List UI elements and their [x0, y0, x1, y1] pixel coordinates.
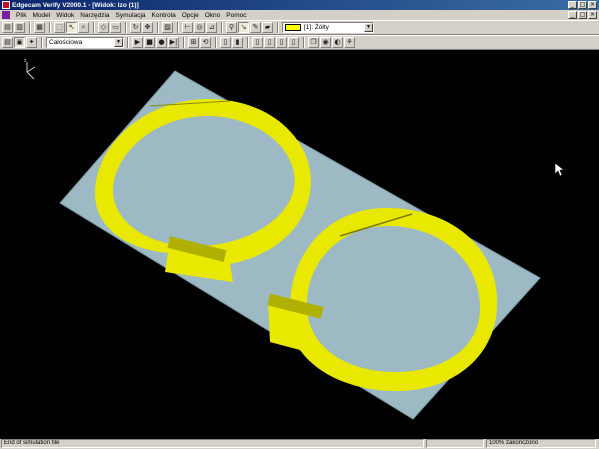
cursor-tool-icon[interactable]: ↘: [238, 22, 249, 33]
select-icon[interactable]: ⬚: [54, 22, 65, 33]
compare-icon[interactable]: ⊿: [206, 22, 217, 33]
separator: [125, 22, 127, 33]
stock-icon[interactable]: ▣: [14, 37, 25, 48]
document-window-controls: _ □ ×: [568, 11, 597, 19]
separator: [247, 37, 249, 48]
view-front-icon[interactable]: ▭: [110, 22, 121, 33]
restart-icon[interactable]: ⟲: [200, 37, 211, 48]
section-icon[interactable]: ◎: [194, 22, 205, 33]
menu-okno[interactable]: Okno: [202, 12, 224, 19]
mouse-cursor-icon: [554, 162, 565, 177]
view-iso-icon[interactable]: ◇: [98, 22, 109, 33]
open-icon[interactable]: ▤: [2, 22, 13, 33]
axis-triad-icon: z: [24, 58, 36, 80]
toolpath-icon[interactable]: ⊞: [188, 37, 199, 48]
menu-plik[interactable]: Plik: [13, 12, 29, 19]
measure-icon[interactable]: ⊢: [182, 22, 193, 33]
grid-icon[interactable]: ▧: [162, 22, 173, 33]
separator: [221, 22, 223, 33]
window-title: Edgecam Verify V2000.1 - [Widok: Izo (1)…: [12, 1, 139, 9]
document-icon[interactable]: [2, 11, 10, 19]
mode-selector-value: Całościowa: [49, 39, 83, 46]
menu-pomoc[interactable]: Pomoc: [223, 12, 249, 19]
status-pane-empty: [426, 439, 484, 448]
gauge-icon[interactable]: ◐: [332, 37, 343, 48]
menu-kontrola[interactable]: Kontrola: [149, 12, 179, 19]
separator: [127, 37, 129, 48]
fixture-icon[interactable]: ✦: [26, 37, 37, 48]
separator: [93, 22, 95, 33]
rotate-icon[interactable]: ↻: [130, 22, 141, 33]
target-icon[interactable]: ◉: [320, 37, 331, 48]
separator: [215, 37, 217, 48]
window-controls: _ □ ×: [568, 1, 597, 9]
copy-icon[interactable]: ❐: [308, 37, 319, 48]
save-icon[interactable]: ▥: [14, 22, 25, 33]
separator: [29, 22, 31, 33]
paint-icon[interactable]: ▰: [262, 22, 273, 33]
separator: [49, 22, 51, 33]
simulation-toolbar: ▤ ▣ ✦ Całościowa ▼ ▶ ■ ● ▶| ⊞ ⟲ ▯ ▮ ▯ ▯ …: [0, 35, 599, 50]
stop-icon[interactable]: ■: [144, 37, 155, 48]
mode-selector[interactable]: Całościowa ▼: [46, 37, 124, 48]
app-icon[interactable]: [2, 1, 10, 9]
title-bar: Edgecam Verify V2000.1 - [Widok: Izo (1)…: [0, 0, 599, 10]
menu-symulacja[interactable]: Symulacja: [113, 12, 149, 19]
status-message: End of simulation file: [1, 439, 424, 448]
tool-holder-icon[interactable]: ▤: [2, 37, 13, 48]
layer1-icon[interactable]: ▯: [252, 37, 263, 48]
select-arrow-icon[interactable]: ↖: [66, 22, 77, 33]
minimize-button[interactable]: _: [568, 1, 577, 9]
doc-minimize-button[interactable]: _: [568, 11, 577, 19]
menu-narzedzia[interactable]: Narzędzia: [77, 12, 112, 19]
simulation-viewport[interactable]: z: [0, 50, 599, 439]
separator: [183, 37, 185, 48]
color-selector[interactable]: [1]: Żółty ▼: [282, 22, 374, 33]
menu-widok[interactable]: Widok: [53, 12, 77, 19]
menu-opcje[interactable]: Opcje: [179, 12, 202, 19]
menu-bar: Plik Model Widok Narzędzia Symulacja Kon…: [0, 10, 599, 20]
tool-icon[interactable]: ⚲: [226, 22, 237, 33]
play-icon[interactable]: ▶: [132, 37, 143, 48]
viewport-canvas: z: [24, 58, 565, 420]
layer2-icon[interactable]: ▯: [264, 37, 275, 48]
skip-to-end-icon[interactable]: ▶|: [168, 37, 179, 48]
separator: [303, 37, 305, 48]
separator: [157, 22, 159, 33]
print-icon[interactable]: ▦: [34, 22, 45, 33]
pan-icon[interactable]: ✥: [142, 22, 153, 33]
status-bar: End of simulation file 100% zakończono: [0, 439, 599, 449]
layer3-icon[interactable]: ▯: [276, 37, 287, 48]
color-swatch: [285, 24, 301, 31]
color-selector-value: [1]: Żółty: [304, 24, 329, 31]
separator: [277, 22, 279, 33]
hide-icon[interactable]: ▯: [220, 37, 231, 48]
zoom-icon[interactable]: ⌕: [78, 22, 89, 33]
main-toolbar: ▤ ▥ ▦ ⬚ ↖ ⌕ ◇ ▭ ↻ ✥ ▧ ⊢ ◎ ⊿ ⚲ ↘ ✎ ▰ [1]:…: [0, 20, 599, 35]
step-icon[interactable]: ●: [156, 37, 167, 48]
close-button[interactable]: ×: [588, 1, 597, 9]
chevron-down-icon[interactable]: ▼: [364, 23, 373, 32]
menu-model[interactable]: Model: [29, 12, 53, 19]
probe-icon[interactable]: ⚘: [344, 37, 355, 48]
status-progress: 100% zakończono: [486, 439, 596, 448]
separator: [177, 22, 179, 33]
doc-close-button[interactable]: ×: [588, 11, 597, 19]
layer4-icon[interactable]: ▯: [288, 37, 299, 48]
show-icon[interactable]: ▮: [232, 37, 243, 48]
separator: [41, 37, 43, 48]
maximize-button[interactable]: □: [578, 1, 587, 9]
chevron-down-icon[interactable]: ▼: [114, 38, 123, 47]
pencil-icon[interactable]: ✎: [250, 22, 261, 33]
doc-restore-button[interactable]: □: [578, 11, 587, 19]
